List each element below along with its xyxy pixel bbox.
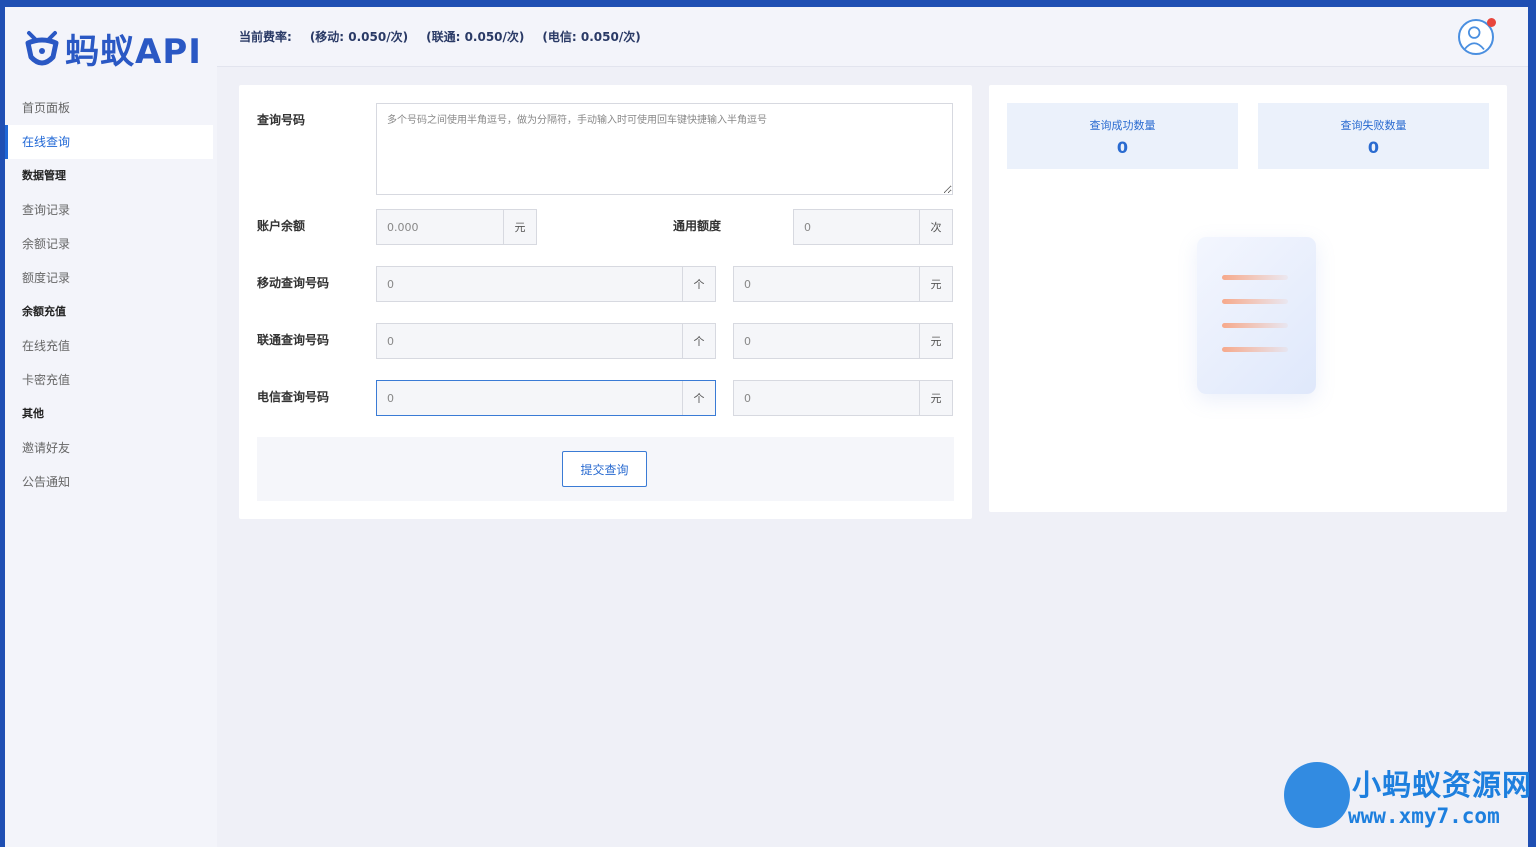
unicom-cost-input[interactable] [734,324,919,358]
telecom-cost-input[interactable] [734,381,919,415]
mobile-cost-unit: 元 [919,267,952,301]
watermark-logo-icon [1284,762,1350,828]
quota-field: 次 [793,209,953,245]
success-stat: 查询成功数量 0 [1007,103,1238,169]
unicom-cost-unit: 元 [919,324,952,358]
balance-input[interactable] [377,210,503,244]
doc-line [1222,299,1288,304]
doc-line [1222,323,1288,328]
unicom-count-unit: 个 [682,324,715,358]
sidebar-item-query-records[interactable]: 查询记录 [5,193,213,227]
watermark-url: www.xmy7.com [1348,804,1500,828]
unicom-count-input[interactable] [377,324,682,358]
doc-line [1222,275,1288,280]
quota-input[interactable] [794,210,919,244]
submit-area: 提交查询 [257,437,954,501]
brand-logo[interactable]: 蚂蚁API [5,7,217,90]
brand-name: 蚂蚁API [65,32,202,72]
mobile-cost-input[interactable] [734,267,919,301]
quota-label: 通用额度 [673,219,722,233]
telecom-rate: (电信: 0.050/次) [542,30,641,44]
sidebar-menu: 首页面板 在线查询 数据管理 查询记录 余额记录 额度记录 余额充值 在线充值 … [5,91,213,499]
sidebar-item-balance-records[interactable]: 余额记录 [5,227,213,261]
watermark-title: 小蚂蚁资源网 [1352,768,1533,802]
mobile-count-field: 个 [376,266,716,302]
document-empty-icon [1197,237,1316,394]
ant-logo-icon [25,30,59,65]
mobile-cost-field: 元 [733,266,953,302]
sidebar-group-data: 数据管理 [22,169,66,182]
mobile-rate: (移动: 0.050/次) [309,30,409,44]
watermark: 小蚂蚁资源网 www.xmy7.com [1282,760,1536,840]
telecom-count-field: 个 [376,380,716,416]
sidebar-item-dashboard[interactable]: 首页面板 [5,91,213,125]
success-value: 0 [1116,138,1129,157]
telecom-cost-field: 元 [733,380,953,416]
mobile-count-unit: 个 [682,267,715,301]
sidebar-item-invite[interactable]: 邀请好友 [5,431,213,465]
quota-unit: 次 [919,210,952,244]
fail-label: 查询失败数量 [1340,119,1407,132]
mobile-label: 移动查询号码 [257,276,330,290]
app-frame: 蚂蚁API 首页面板 在线查询 数据管理 查询记录 余额记录 额度记录 余额充值… [5,7,1528,847]
user-avatar-icon [1463,26,1485,51]
telecom-count-unit: 个 [682,381,715,415]
sidebar-item-quota-records[interactable]: 额度记录 [5,261,213,295]
balance-unit: 元 [503,210,536,244]
query-form-card: 查询号码 账户余额 元 通用额度 次 移动查询号码 个 元 联通查询号码 个 [239,85,972,519]
balance-label: 账户余额 [257,219,306,233]
fail-value: 0 [1367,138,1380,157]
stats-card: 查询成功数量 0 查询失败数量 0 [989,85,1507,512]
telecom-label: 电信查询号码 [257,390,330,404]
unicom-cost-field: 元 [733,323,953,359]
success-label: 查询成功数量 [1089,119,1156,132]
sidebar-group-recharge: 余额充值 [22,305,66,318]
top-header: 当前费率: (移动: 0.050/次) (联通: 0.050/次) (电信: 0… [217,7,1528,67]
numbers-label: 查询号码 [257,113,306,127]
sidebar-item-online-recharge[interactable]: 在线充值 [5,329,213,363]
rate-label: 当前费率: [239,30,292,44]
balance-field: 元 [376,209,537,245]
telecom-count-input[interactable] [377,381,682,415]
sidebar-item-card-recharge[interactable]: 卡密充值 [5,363,213,397]
sidebar-item-online-query[interactable]: 在线查询 [5,125,213,159]
sidebar-item-notices[interactable]: 公告通知 [5,465,213,499]
telecom-cost-unit: 元 [919,381,952,415]
mobile-count-input[interactable] [377,267,682,301]
notification-dot [1487,18,1496,27]
sidebar: 蚂蚁API 首页面板 在线查询 数据管理 查询记录 余额记录 额度记录 余额充值… [5,7,217,847]
fail-stat: 查询失败数量 0 [1258,103,1489,169]
unicom-label: 联通查询号码 [257,333,330,347]
unicom-rate: (联通: 0.050/次) [426,30,525,44]
unicom-count-field: 个 [376,323,716,359]
submit-query-button[interactable]: 提交查询 [562,451,647,487]
sidebar-group-other: 其他 [22,407,44,420]
numbers-input[interactable] [376,103,953,195]
doc-line [1222,347,1288,352]
